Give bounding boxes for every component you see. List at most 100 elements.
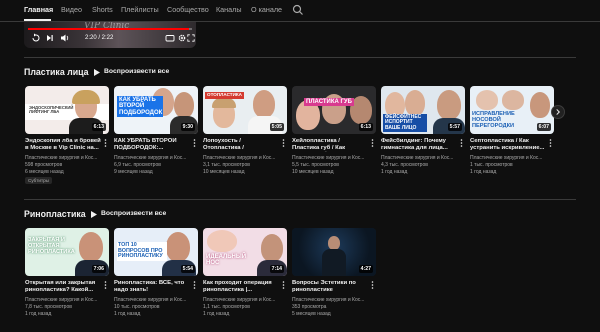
video-title[interactable]: Как проходит операция ринопластика |... (203, 280, 279, 294)
view-count: 3,1 тыс. просмотров (203, 162, 250, 168)
channel-name[interactable]: Пластические хирургия и Кос... (203, 155, 279, 161)
thumbnail-text: ТОП 10 ВОПРОСОВ ПРО РИНОПЛАСТИКУ (117, 242, 167, 262)
view-count: 10 тыс. просмотров (114, 304, 160, 310)
video-duration: 9:30 (180, 123, 195, 131)
replay-icon[interactable] (31, 33, 41, 43)
thumbnail-text: ОТОПЛАСТИКА (205, 92, 244, 99)
video-thumbnail[interactable]: 4:27 (292, 228, 376, 276)
video-duration: 6:13 (358, 123, 373, 131)
tab-videos[interactable]: Видео (61, 5, 82, 14)
video-duration: 5:05 (269, 123, 284, 131)
more-options-icon[interactable] (103, 138, 108, 148)
upload-age: 9 месяцев назад (114, 169, 153, 175)
view-count: 5,5 тыс. просмотров (292, 162, 339, 168)
channel-name[interactable]: Пластические хирургия и Кос... (25, 155, 101, 161)
view-count: 4,3 тыс. просмотров (381, 162, 428, 168)
video-title[interactable]: Эндоскопия лба и бровей в Москве в Vip C… (25, 138, 101, 152)
video-title[interactable]: КАК УБРАТЬ ВТОРОЙ ПОДБОРОДОК:... (114, 138, 190, 152)
chevron-right-icon (556, 109, 561, 115)
subtitles-icon[interactable] (165, 33, 175, 43)
video-title[interactable]: Септопластика / Как устранить искривлени… (470, 138, 546, 152)
upload-age: 1 год назад (203, 311, 230, 317)
upload-age: 1 год назад (25, 311, 52, 317)
upload-age: 1 год назад (114, 311, 141, 317)
thumbnail-text: КАК УБРАТЬ ВТОРОЙ ПОДБОРОДОК (117, 96, 163, 117)
channel-name[interactable]: Пластические хирургия и Кос... (292, 297, 368, 303)
video-title[interactable]: Лопоухость / Отопластика / Лопоухость у … (203, 138, 279, 152)
more-options-icon[interactable] (103, 280, 108, 290)
more-options-icon[interactable] (548, 138, 553, 148)
video-title[interactable]: Ринопластика: ВСЕ, что надо знать! (114, 280, 190, 294)
play-icon (94, 69, 100, 76)
video-title[interactable]: Вопросы Эстетики по ринопластике (292, 280, 368, 294)
fullscreen-icon[interactable] (187, 33, 195, 43)
video-duration: 6:13 (91, 123, 106, 131)
video-thumbnail[interactable]: ИСПРАВЛЕНИЕ НОСОВОЙ ПЕРЕГОРОДКИ 6:07 (470, 86, 554, 134)
play-all-label: Воспроизвести все (101, 210, 167, 217)
channel-name[interactable]: Пластические хирургия и Кос... (470, 155, 546, 161)
section-divider (24, 57, 576, 58)
section-title-face[interactable]: Пластика лица (24, 67, 89, 77)
video-title[interactable]: Фейсбилдинг: Почему гимнастика для лица.… (381, 138, 457, 152)
channel-name[interactable]: Пластические хирургия и Кос... (381, 155, 457, 161)
play-icon (91, 211, 97, 218)
tab-playlists[interactable]: Плейлисты (121, 5, 159, 14)
thumbnail-text: ЗАКРЫТАЯ И ОТКРЫТАЯ РИНОПЛАСТИКА (28, 237, 75, 255)
video-title[interactable]: Открытая или закрытая ринопластика? Како… (25, 280, 101, 294)
channel-name[interactable]: Пластические хирургия и Кос... (114, 297, 190, 303)
video-thumbnail[interactable]: КАК УБРАТЬ ВТОРОЙ ПОДБОРОДОК 9:30 (114, 86, 198, 134)
more-options-icon[interactable] (370, 280, 375, 290)
video-thumbnail[interactable]: ЗАКРЫТАЯ И ОТКРЫТАЯ РИНОПЛАСТИКА 7:06 (25, 228, 109, 276)
subtitles-badge: Субтитры (25, 177, 52, 184)
video-thumbnail[interactable]: ФЕЙСФИТНЕС ИСПОРТИТ ВАШЕ ЛИЦО 5:57 (381, 86, 465, 134)
player-progress-fill (28, 28, 189, 30)
video-duration: 5:54 (180, 265, 195, 273)
more-options-icon[interactable] (192, 138, 197, 148)
carousel-next-button[interactable] (551, 105, 565, 119)
upload-age: 6 месяцев назад (25, 169, 64, 175)
video-thumbnail[interactable]: ИДЕАЛЬНЫЙ НОС 7:14 (203, 228, 287, 276)
video-duration: 6:07 (536, 123, 551, 131)
video-thumbnail[interactable]: ТОП 10 ВОПРОСОВ ПРО РИНОПЛАСТИКУ 5:54 (114, 228, 198, 276)
search-icon[interactable] (292, 4, 304, 16)
video-thumbnail[interactable]: ПЛАСТИКА ГУБ 6:13 (292, 86, 376, 134)
section-divider (24, 199, 576, 200)
settings-gear-icon[interactable] (177, 33, 187, 43)
featured-video-player[interactable]: VIP Clinic 2:20 / 2:22 (24, 22, 196, 48)
channel-name[interactable]: Пластические хирургия и Кос... (203, 297, 279, 303)
upload-age: 10 месяцев назад (203, 169, 245, 175)
more-options-icon[interactable] (281, 138, 286, 148)
more-options-icon[interactable] (192, 280, 197, 290)
tab-home[interactable]: Главная (24, 5, 53, 14)
channel-name[interactable]: Пластические хирургия и Кос... (114, 155, 190, 161)
thumbnail-text: ИДЕАЛЬНЫЙ НОС (206, 254, 247, 267)
channel-name[interactable]: Пластические хирургия и Кос... (292, 155, 368, 161)
video-title[interactable]: Хейлопластика / Пластика губ / Как сдела… (292, 138, 368, 152)
channel-tabs: Главная Видео Shorts Плейлисты Сообществ… (0, 0, 600, 22)
player-progress-bar[interactable] (28, 28, 192, 30)
next-video-icon[interactable] (45, 33, 55, 43)
view-count: 353 просмотра (292, 304, 327, 310)
more-options-icon[interactable] (459, 138, 464, 148)
view-count: 1,1 тыс. просмотров (203, 304, 250, 310)
thumbnail-text: ПЛАСТИКА ГУБ (304, 98, 354, 107)
more-options-icon[interactable] (281, 280, 286, 290)
tab-shorts[interactable]: Shorts (92, 5, 113, 14)
active-tab-indicator (24, 19, 51, 21)
upload-age: 10 месяцев назад (292, 169, 334, 175)
thumbnail-text: ИСПРАВЛЕНИЕ НОСОВОЙ ПЕРЕГОРОДКИ (472, 111, 515, 129)
tab-channels[interactable]: Каналы (216, 5, 242, 14)
tab-about[interactable]: О канале (251, 5, 282, 14)
view-count: 6,9 тыс. просмотров (114, 162, 161, 168)
thumbnail-text: ЭНДОСКОПИЧЕСКИЙ ЛИФТИНГ ЛБА (29, 105, 74, 115)
channel-name[interactable]: Пластические хирургия и Кос... (25, 297, 101, 303)
video-thumbnail[interactable]: ОТОПЛАСТИКА 5:05 (203, 86, 287, 134)
more-options-icon[interactable] (370, 138, 375, 148)
tab-community[interactable]: Сообщество (167, 5, 209, 14)
section-title-rhinoplasty[interactable]: Ринопластика (24, 209, 86, 219)
volume-icon[interactable] (60, 33, 70, 43)
video-thumbnail[interactable]: ЭНДОСКОПИЧЕСКИЙ ЛИФТИНГ ЛБА 6:13 (25, 86, 109, 134)
player-time: 2:20 / 2:22 (85, 35, 114, 41)
video-duration: 7:06 (91, 265, 106, 273)
play-all-label: Воспроизвести все (104, 68, 170, 75)
